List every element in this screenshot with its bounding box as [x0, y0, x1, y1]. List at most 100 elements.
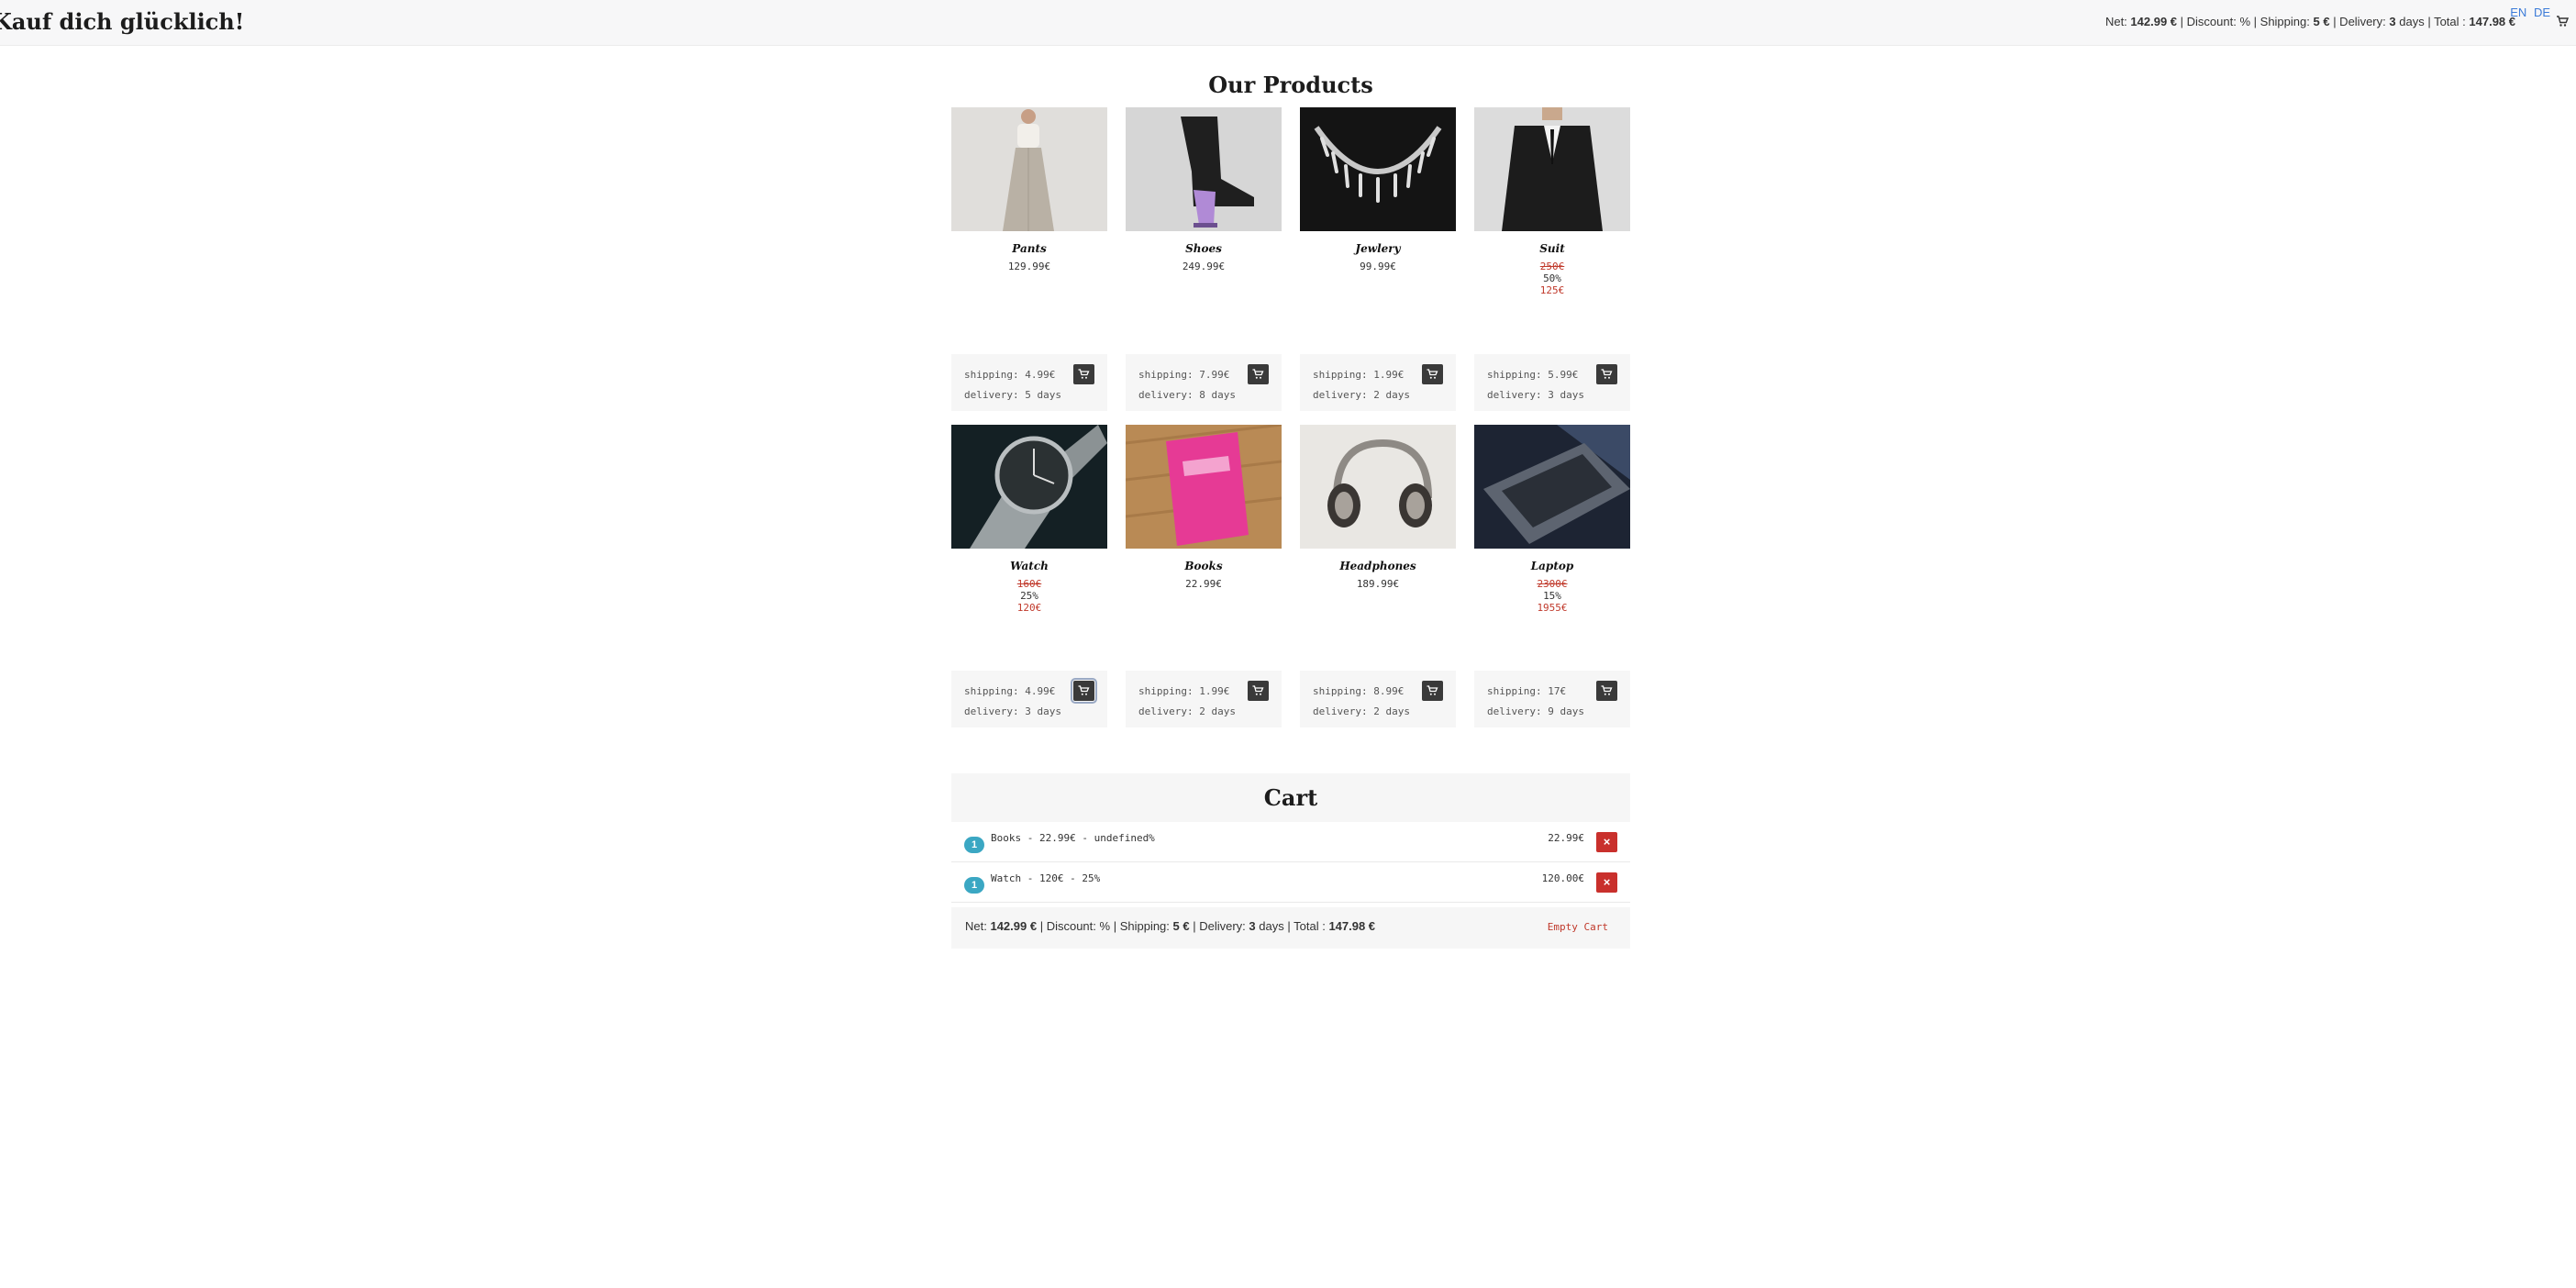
empty-cart-button[interactable]: Empty Cart — [1548, 921, 1608, 933]
cart-icon — [1078, 369, 1090, 379]
product-price-block: 160€ 25% 120€ — [951, 578, 1107, 614]
cart-icon — [1252, 685, 1264, 695]
product-card-jewlery: Jewlery 99.99€ — [1300, 107, 1456, 272]
shipping-box: shipping: 7.99€ delivery: 8 days — [1126, 354, 1282, 411]
laptop-photo — [1474, 425, 1630, 549]
cart-item: 1 Books - 22.99€ - undefined% 22.99€ × — [951, 822, 1630, 862]
net-value: 142.99 € — [2130, 15, 2178, 28]
delivery-unit: days — [1259, 919, 1284, 933]
products-heading: Our Products — [1208, 72, 1373, 98]
delivery-value: 3 — [1249, 919, 1256, 933]
product-price: 129.99€ — [1007, 261, 1051, 272]
shipping-box: shipping: 5.99€ delivery: 3 days — [1474, 354, 1630, 411]
shipping-label: | Shipping: — [2253, 15, 2310, 28]
watch-photo — [951, 425, 1107, 549]
cart-icon — [1427, 685, 1438, 695]
discounted-price: 120€ — [1016, 602, 1042, 614]
add-to-cart-button[interactable] — [1422, 364, 1443, 384]
suit-photo — [1474, 107, 1630, 231]
add-to-cart-button[interactable] — [1071, 678, 1097, 704]
product-name[interactable]: Headphones — [1300, 560, 1456, 572]
product-name[interactable]: Shoes — [1126, 242, 1282, 255]
book-photo — [1126, 425, 1282, 549]
discount-percent: 50% — [1543, 272, 1561, 284]
delivery-time: delivery: 2 days — [1313, 389, 1410, 401]
delivery-time: delivery: 9 days — [1487, 705, 1584, 717]
delivery-time: delivery: 2 days — [1138, 705, 1236, 717]
close-icon: × — [1603, 835, 1611, 849]
discount-value: % — [2239, 15, 2251, 28]
old-price: 2300€ — [1537, 578, 1568, 590]
discounted-price: 1955€ — [1537, 602, 1568, 614]
header-order-summary: Net: 142.99 € | Discount: % | Shipping: … — [2105, 9, 2515, 35]
quantity-badge: 1 — [964, 837, 984, 853]
discount-label: | Discount: — [2180, 15, 2237, 28]
add-to-cart-button[interactable] — [1422, 681, 1443, 701]
delivery-label: | Delivery: — [1193, 919, 1246, 933]
product-name[interactable]: Suit — [1474, 242, 1630, 255]
discount-value: % — [1099, 919, 1111, 933]
delivery-unit: days — [2399, 15, 2425, 28]
shopping-cart-icon[interactable] — [2556, 15, 2569, 28]
delivery-label: | Delivery: — [2333, 15, 2386, 28]
delivery-time: delivery: 8 days — [1138, 389, 1236, 401]
lang-de-link[interactable]: DE — [2534, 6, 2550, 19]
delivery-time: delivery: 2 days — [1313, 705, 1410, 717]
cart-title: Cart — [951, 773, 1630, 822]
cart-icon — [1601, 685, 1613, 695]
product-card-books: Books 22.99€ — [1126, 425, 1282, 590]
cart-item-description: Watch - 120€ - 25% — [991, 872, 1101, 884]
add-to-cart-button[interactable] — [1073, 364, 1094, 384]
lang-en-link[interactable]: EN — [2510, 6, 2526, 19]
add-to-cart-button[interactable] — [1248, 364, 1269, 384]
product-card-pants: Pants 129.99€ — [951, 107, 1107, 272]
total-value: 147.98 € — [2469, 15, 2515, 28]
close-icon: × — [1603, 875, 1611, 889]
quantity-badge: 1 — [964, 877, 984, 894]
product-price-block: 250€ 50% 125€ — [1474, 261, 1630, 296]
product-card-laptop: Laptop 2300€ 15% 1955€ — [1474, 425, 1630, 614]
shipping-box: shipping: 17€ delivery: 9 days — [1474, 671, 1630, 727]
product-price-block: 2300€ 15% 1955€ — [1474, 578, 1630, 614]
product-name[interactable]: Jewlery — [1300, 242, 1456, 255]
necklace-photo — [1300, 107, 1456, 231]
shipping-value: 5 € — [1172, 919, 1190, 933]
brand-title[interactable]: Kauf dich glücklich! — [0, 4, 244, 40]
delivery-time: delivery: 3 days — [1487, 389, 1584, 401]
total-value: 147.98 € — [1328, 919, 1376, 933]
shipping-box: shipping: 8.99€ delivery: 2 days — [1300, 671, 1456, 727]
discount-percent: 25% — [1020, 590, 1038, 602]
remove-item-button[interactable]: × — [1596, 872, 1617, 893]
product-card-headphones: Headphones 189.99€ — [1300, 425, 1456, 590]
product-card-watch: Watch 160€ 25% 120€ — [951, 425, 1107, 614]
shoes-photo — [1126, 107, 1282, 231]
product-price: 249.99€ — [1182, 261, 1226, 272]
cart-icon — [1427, 369, 1438, 379]
discount-label: | Discount: — [1039, 919, 1096, 933]
total-label: | Total : — [2427, 15, 2466, 28]
product-name[interactable]: Pants — [951, 242, 1107, 255]
add-to-cart-button[interactable] — [1596, 681, 1617, 701]
net-label: Net: — [2104, 15, 2127, 28]
cart-item-total: 120.00€ — [1541, 872, 1584, 884]
shipping-box: shipping: 1.99€ delivery: 2 days — [1300, 354, 1456, 411]
language-switcher: EN DE — [2510, 6, 2550, 19]
top-navbar: Kauf dich glücklich! Net: 142.99 € | Dis… — [0, 0, 2576, 46]
headphones-photo — [1300, 425, 1456, 549]
cart-item-description: Books - 22.99€ - undefined% — [991, 832, 1155, 844]
product-price: 22.99€ — [1185, 578, 1222, 590]
discount-percent: 15% — [1543, 590, 1561, 602]
cart-icon — [1252, 369, 1264, 379]
pants-photo — [951, 107, 1107, 231]
product-price: 189.99€ — [1356, 578, 1400, 590]
cart-icon — [1601, 369, 1613, 379]
product-price: 99.99€ — [1360, 261, 1396, 272]
add-to-cart-button[interactable] — [1248, 681, 1269, 701]
remove-item-button[interactable]: × — [1596, 832, 1617, 852]
delivery-time: delivery: 3 days — [964, 705, 1061, 717]
add-to-cart-button[interactable] — [1596, 364, 1617, 384]
product-name[interactable]: Books — [1126, 560, 1282, 572]
product-name[interactable]: Watch — [951, 560, 1107, 572]
shipping-value: 5 € — [2313, 15, 2330, 28]
product-name[interactable]: Laptop — [1474, 560, 1630, 572]
